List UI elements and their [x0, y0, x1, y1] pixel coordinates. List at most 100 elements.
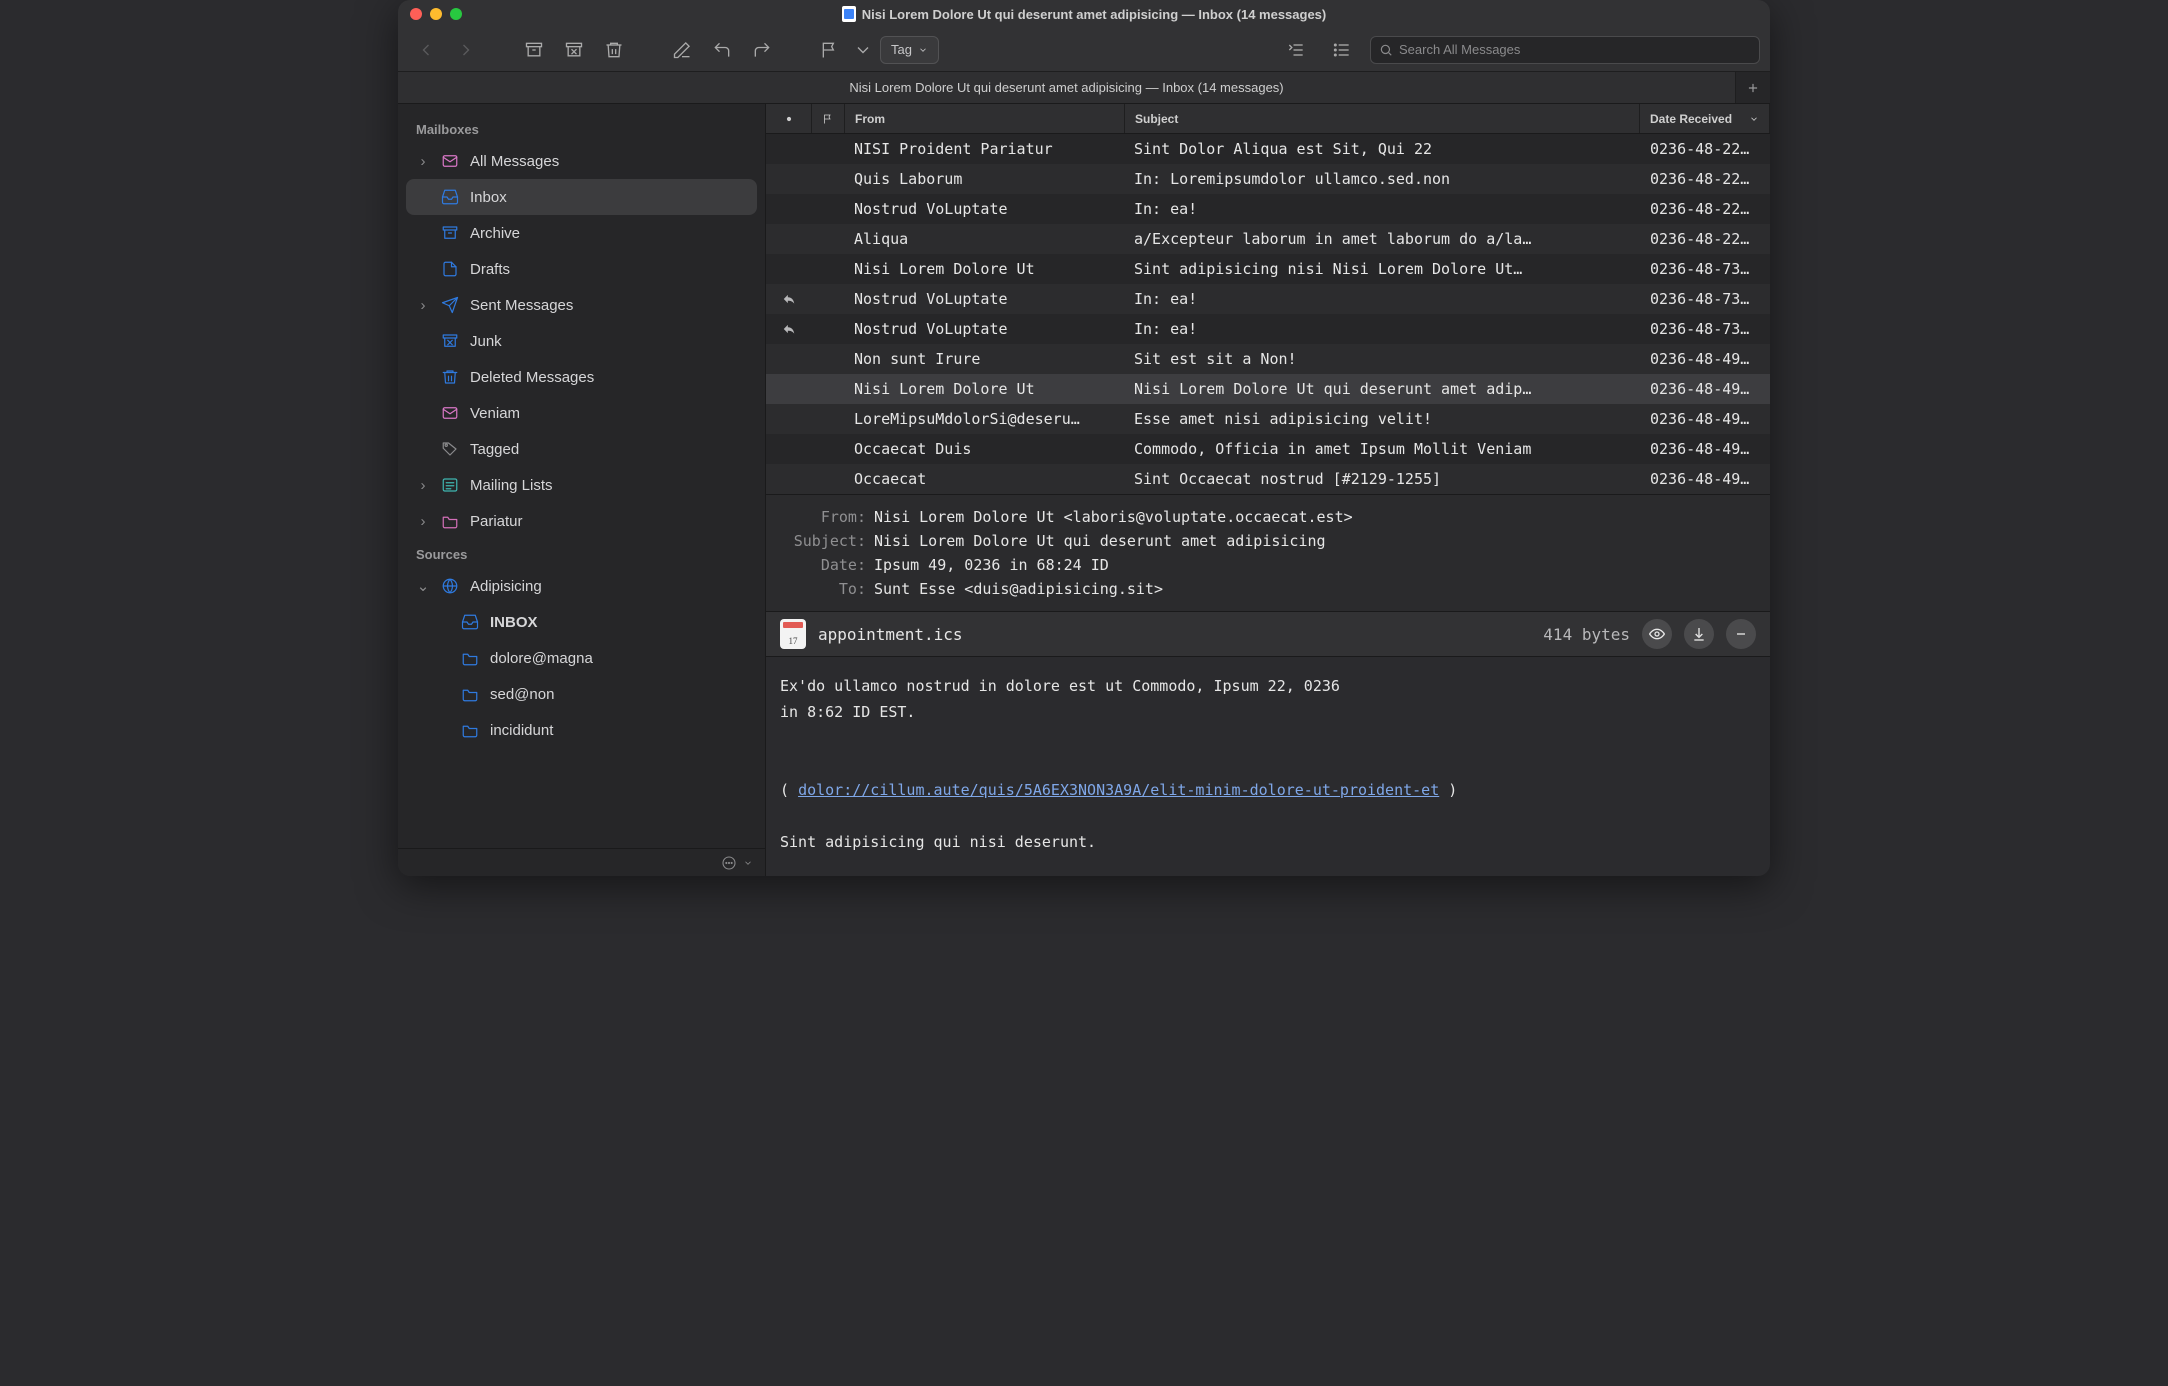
dot-icon	[784, 114, 794, 124]
source-account[interactable]: ⌄Adipisicing	[406, 568, 757, 604]
message-body[interactable]: Ex'do ullamco nostrud in dolore est ut C…	[766, 657, 1770, 876]
message-row[interactable]: Nisi Lorem Dolore UtSint adipisicing nis…	[766, 254, 1770, 284]
delete-button[interactable]	[596, 35, 632, 65]
sidebar-section-mailboxes: Mailboxes	[406, 114, 757, 143]
row-subject: In: ea!	[1124, 320, 1640, 338]
message-row[interactable]: LoreMipsuMdolorSi@deseru…Esse amet nisi …	[766, 404, 1770, 434]
row-date: 0236-48-49…	[1640, 470, 1770, 488]
body-link[interactable]: dolor://cillum.aute/quis/5A6EX3NON3A9A/e…	[798, 781, 1439, 799]
message-row[interactable]: Quis LaborumIn: Loremipsumdolor ullamco.…	[766, 164, 1770, 194]
source-folder-inbox[interactable]: INBOX	[406, 604, 757, 640]
zoom-window-button[interactable]	[450, 8, 462, 20]
header-from-label: From:	[780, 505, 866, 529]
sidebar-item-drafts[interactable]: Drafts	[406, 251, 757, 287]
nav-forward-button[interactable]	[448, 35, 484, 65]
row-date: 0236-48-49…	[1640, 350, 1770, 368]
sidebar-item-pariatur[interactable]: ›Pariatur	[406, 503, 757, 539]
message-row[interactable]: Nostrud VoLuptateIn: ea!0236-48-73…	[766, 284, 1770, 314]
row-from: Nisi Lorem Dolore Ut	[844, 380, 1124, 398]
attachment-name[interactable]: appointment.ics	[818, 625, 963, 644]
sidebar-item-deleted-messages[interactable]: Deleted Messages	[406, 359, 757, 395]
flag-menu-button[interactable]	[852, 35, 874, 65]
source-folder-incididunt[interactable]: incididunt	[406, 712, 757, 748]
row-from: Nostrud VoLuptate	[844, 200, 1124, 218]
message-row[interactable]: Nostrud VoLuptateIn: ea!0236-48-73…	[766, 314, 1770, 344]
list-view-button[interactable]	[1324, 35, 1360, 65]
sidebar-item-archive[interactable]: Archive	[406, 215, 757, 251]
sidebar-item-veniam[interactable]: Veniam	[406, 395, 757, 431]
list-icon	[440, 476, 460, 494]
message-row[interactable]: OccaecatSint Occaecat nostrud [#2129-125…	[766, 464, 1770, 494]
sidebar-item-sent-messages[interactable]: ›Sent Messages	[406, 287, 757, 323]
tag-icon	[440, 440, 460, 458]
chevron-right-icon: ›	[416, 477, 430, 494]
sidebar-item-label: Tagged	[470, 441, 519, 458]
globe-icon	[440, 577, 460, 595]
chevron-down-icon[interactable]	[743, 858, 753, 868]
content-pane: From Subject Date Received NISI Proident…	[766, 104, 1770, 876]
sidebar: Mailboxes ›All Messages Inbox ArchiveDraft…	[398, 104, 766, 876]
row-date: 0236-48-22…	[1640, 230, 1770, 248]
message-row[interactable]: NISI Proident PariaturSint Dolor Aliqua …	[766, 134, 1770, 164]
source-folder-dolore-magna[interactable]: dolore@magna	[406, 640, 757, 676]
row-subject: In: ea!	[1124, 290, 1640, 308]
compose-button[interactable]	[664, 35, 700, 65]
close-window-button[interactable]	[410, 8, 422, 20]
row-subject: Sit est sit a Non!	[1124, 350, 1640, 368]
nav-back-button[interactable]	[408, 35, 444, 65]
sidebar-item-mailing-lists[interactable]: ›Mailing Lists	[406, 467, 757, 503]
row-from: Nostrud VoLuptate	[844, 290, 1124, 308]
message-row[interactable]: Non sunt IrureSit est sit a Non!0236-48-…	[766, 344, 1770, 374]
forward-button[interactable]	[744, 35, 780, 65]
column-status[interactable]	[766, 104, 812, 133]
sidebar-item-all-messages[interactable]: ›All Messages	[406, 143, 757, 179]
message-row[interactable]: Aliquaa/Excepteur laborum in amet laboru…	[766, 224, 1770, 254]
folder-icon	[460, 721, 480, 739]
tag-button[interactable]: Tag	[880, 36, 939, 64]
message-row[interactable]: Nostrud VoLuptateIn: ea!0236-48-22…	[766, 194, 1770, 224]
sidebar-item-label: Veniam	[470, 405, 520, 422]
column-subject[interactable]: Subject	[1125, 104, 1640, 133]
header-subject-value: Nisi Lorem Dolore Ut qui deserunt amet a…	[874, 529, 1326, 553]
sidebar-item-label: Inbox	[470, 189, 507, 206]
row-subject: Sint Occaecat nostrud [#2129-1255]	[1124, 470, 1640, 488]
folder-icon	[460, 649, 480, 667]
message-row[interactable]: Nisi Lorem Dolore UtNisi Lorem Dolore Ut…	[766, 374, 1770, 404]
new-tab-button[interactable]	[1736, 72, 1770, 103]
flag-button[interactable]	[812, 35, 848, 65]
search-input[interactable]	[1399, 42, 1751, 57]
remove-attachment-button[interactable]	[1726, 619, 1756, 649]
source-folder-sed-non[interactable]: sed@non	[406, 676, 757, 712]
quicklook-button[interactable]	[1642, 619, 1672, 649]
minimize-window-button[interactable]	[430, 8, 442, 20]
row-date: 0236-48-73…	[1640, 290, 1770, 308]
column-from[interactable]: From	[845, 104, 1125, 133]
list-header: From Subject Date Received	[766, 104, 1770, 134]
sidebar-item-tagged[interactable]: Tagged	[406, 431, 757, 467]
indent-list-button[interactable]	[1278, 35, 1314, 65]
message-row[interactable]: Occaecat DuisCommodo, Officia in amet Ip…	[766, 434, 1770, 464]
reply-button[interactable]	[704, 35, 740, 65]
row-subject: In: Loremipsumdolor ullamco.sed.non	[1124, 170, 1640, 188]
column-flag[interactable]	[812, 104, 845, 133]
tab-current[interactable]: Nisi Lorem Dolore Ut qui deserunt amet a…	[398, 72, 1736, 103]
junk-button[interactable]	[556, 35, 592, 65]
trash-icon	[440, 368, 460, 386]
search-field[interactable]	[1370, 36, 1760, 64]
window-title-container: Nisi Lorem Dolore Ut qui deserunt amet a…	[398, 6, 1770, 22]
tab-label: Nisi Lorem Dolore Ut qui deserunt amet a…	[849, 80, 1283, 95]
ellipsis-circle-icon[interactable]	[721, 855, 737, 871]
app-window: Nisi Lorem Dolore Ut qui deserunt amet a…	[398, 0, 1770, 876]
row-subject: Sint adipisicing nisi Nisi Lorem Dolore …	[1124, 260, 1640, 278]
header-to-label: To:	[780, 577, 866, 601]
document-icon	[842, 6, 856, 22]
chevron-right-icon: ›	[416, 297, 430, 314]
sidebar-item-junk[interactable]: Junk	[406, 323, 757, 359]
download-attachment-button[interactable]	[1684, 619, 1714, 649]
message-headers: From:Nisi Lorem Dolore Ut <laboris@volup…	[766, 494, 1770, 611]
archive-button[interactable]	[516, 35, 552, 65]
column-date[interactable]: Date Received	[1640, 104, 1770, 133]
envelope-icon	[440, 404, 460, 422]
message-list: NISI Proident PariaturSint Dolor Aliqua …	[766, 134, 1770, 494]
sidebar-item-inbox[interactable]: Inbox	[406, 179, 757, 215]
